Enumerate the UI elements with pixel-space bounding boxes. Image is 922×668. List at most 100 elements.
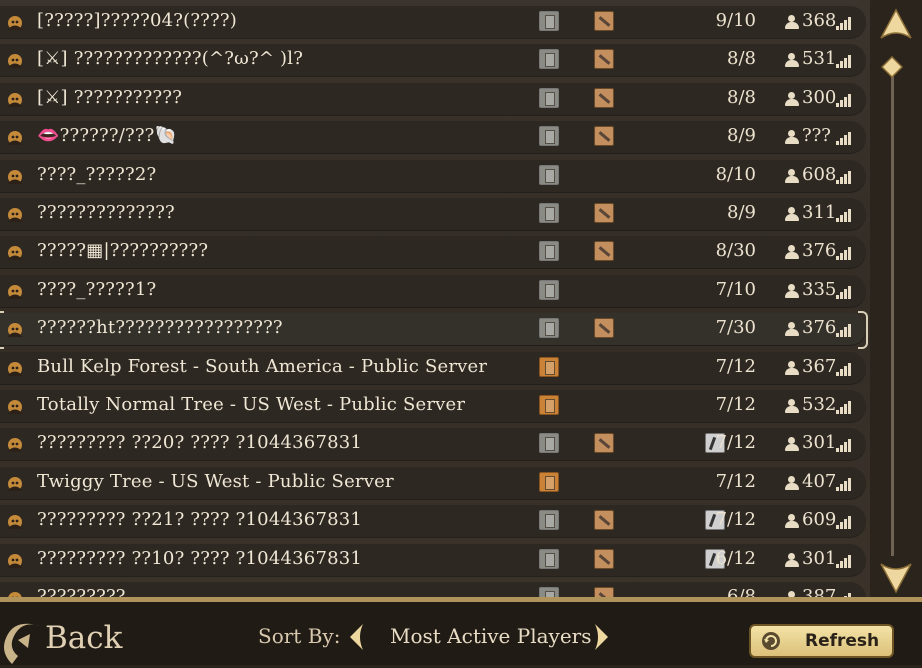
player-count: 8/30 bbox=[716, 240, 756, 261]
server-name: [⚔] ??????????? bbox=[37, 87, 182, 108]
player-head-icon bbox=[4, 589, 26, 597]
player-head-icon bbox=[4, 397, 26, 417]
ping-value: 301 bbox=[802, 548, 836, 569]
mods-wrench-icon bbox=[594, 549, 614, 569]
ping-value: 367 bbox=[802, 356, 836, 377]
player-head-icon bbox=[4, 474, 26, 494]
player-count: 8/9 bbox=[727, 125, 756, 146]
person-icon bbox=[784, 284, 800, 299]
server-name: ?????????????? bbox=[37, 202, 175, 223]
server-row[interactable]: ????????? ??21? ???? ?10443678317/12609 bbox=[0, 505, 866, 537]
player-head-icon bbox=[4, 551, 26, 571]
person-icon bbox=[784, 53, 800, 68]
person-icon bbox=[784, 207, 800, 222]
mods-wrench-icon bbox=[594, 587, 614, 597]
ping-value: 301 bbox=[802, 432, 836, 453]
server-row[interactable]: ????????? ??20? ???? ?10443678317/12301 bbox=[0, 428, 866, 460]
server-name: ????????? ??21? ???? ?1044367831 bbox=[37, 509, 362, 530]
back-arrow-icon bbox=[0, 616, 46, 668]
server-row[interactable]: [⚔] ?????????????(^?ω?^ )l?8/8531 bbox=[0, 44, 866, 76]
player-count: 8/9 bbox=[727, 202, 756, 223]
back-button[interactable]: Back bbox=[0, 616, 120, 668]
server-name: Twiggy Tree - US West - Public Server bbox=[37, 471, 394, 492]
signal-icon bbox=[836, 209, 852, 222]
signal-icon bbox=[836, 55, 852, 68]
mods-wrench-icon bbox=[594, 11, 614, 31]
player-count: 7/12 bbox=[716, 356, 756, 377]
refresh-button[interactable]: Refresh bbox=[749, 624, 894, 658]
person-icon bbox=[784, 169, 800, 184]
person-icon bbox=[784, 476, 800, 491]
game-mode-icon bbox=[539, 88, 559, 108]
server-row[interactable]: ????_?????2?8/10608 bbox=[0, 160, 866, 192]
server-row[interactable]: ????????? ??10? ???? ?10443678316/12301 bbox=[0, 544, 866, 576]
server-row[interactable]: Twiggy Tree - US West - Public Server 7/1… bbox=[0, 467, 866, 499]
ping-value: 407 bbox=[802, 471, 836, 492]
person-icon bbox=[784, 130, 800, 145]
person-icon bbox=[784, 15, 800, 30]
player-head-icon bbox=[4, 320, 26, 340]
server-name: Totally Normal Tree - US West - Public S… bbox=[37, 394, 465, 415]
player-head-icon bbox=[4, 51, 26, 71]
world-gen-icon bbox=[539, 395, 559, 415]
server-row[interactable]: Bull Kelp Forest - South America - Publi… bbox=[0, 352, 866, 384]
signal-icon bbox=[836, 439, 852, 452]
player-head-icon bbox=[4, 359, 26, 379]
game-mode-icon bbox=[539, 280, 559, 300]
server-list: [?????]?????04?(????)9/10368 [⚔] ????????… bbox=[0, 0, 870, 597]
game-mode-icon bbox=[539, 433, 559, 453]
server-name: ????_?????2? bbox=[37, 164, 156, 185]
player-head-icon bbox=[4, 13, 26, 33]
person-icon bbox=[784, 322, 800, 337]
player-count: 7/30 bbox=[716, 317, 756, 338]
player-count: 7/10 bbox=[716, 279, 756, 300]
player-head-icon bbox=[4, 435, 26, 455]
server-row[interactable]: ?????▦|??????????8/30376 bbox=[0, 236, 866, 268]
player-count: 7/12 bbox=[716, 471, 756, 492]
ping-value: 300 bbox=[802, 87, 836, 108]
server-row[interactable]: ??????????????8/9311 bbox=[0, 198, 866, 230]
person-icon bbox=[784, 514, 800, 529]
ping-value: 531 bbox=[802, 48, 836, 69]
signal-icon bbox=[836, 286, 852, 299]
server-name: ??????ht????????????????? bbox=[37, 317, 283, 338]
scroll-thumb[interactable] bbox=[881, 56, 903, 78]
mods-wrench-icon bbox=[594, 241, 614, 261]
scroll-track[interactable] bbox=[891, 66, 894, 556]
server-name: ????????? bbox=[37, 586, 126, 597]
mods-wrench-icon bbox=[594, 49, 614, 69]
scrollbar[interactable] bbox=[872, 0, 922, 600]
player-head-icon bbox=[4, 512, 26, 532]
refresh-icon bbox=[760, 630, 782, 652]
game-mode-icon bbox=[539, 318, 559, 338]
person-icon bbox=[784, 399, 800, 414]
server-row[interactable]: ????_?????1?7/10335 bbox=[0, 275, 866, 307]
signal-icon bbox=[836, 324, 852, 337]
signal-icon bbox=[836, 132, 852, 145]
player-head-icon bbox=[4, 167, 26, 187]
game-mode-icon bbox=[539, 510, 559, 530]
signal-icon bbox=[836, 171, 852, 184]
ping-value: 608 bbox=[802, 164, 836, 185]
ping-value: 376 bbox=[802, 240, 836, 261]
server-row[interactable]: ?????????6/8387 bbox=[0, 582, 866, 597]
ping-value: 609 bbox=[802, 509, 836, 530]
game-mode-icon bbox=[539, 549, 559, 569]
ping-value: 387 bbox=[802, 586, 836, 597]
scroll-down-button[interactable] bbox=[878, 560, 914, 594]
signal-icon bbox=[836, 247, 852, 260]
sort-next-button[interactable] bbox=[593, 622, 611, 652]
server-name: ????_?????1? bbox=[37, 279, 156, 300]
server-row[interactable]: 👄??????/???🐚8/9??? bbox=[0, 121, 866, 153]
player-count: 7/12 bbox=[716, 394, 756, 415]
server-row[interactable]: Totally Normal Tree - US West - Public S… bbox=[0, 390, 866, 422]
mods-wrench-icon bbox=[594, 203, 614, 223]
game-mode-icon bbox=[539, 203, 559, 223]
server-row[interactable]: [⚔] ???????????8/8300 bbox=[0, 83, 866, 115]
signal-icon bbox=[836, 401, 852, 414]
mods-wrench-icon bbox=[594, 433, 614, 453]
server-row[interactable]: ??????ht?????????????????7/30376 bbox=[0, 313, 866, 345]
scroll-up-button[interactable] bbox=[878, 8, 914, 42]
server-row[interactable]: [?????]?????04?(????)9/10368 bbox=[0, 6, 866, 38]
sort-prev-button[interactable] bbox=[347, 622, 365, 652]
